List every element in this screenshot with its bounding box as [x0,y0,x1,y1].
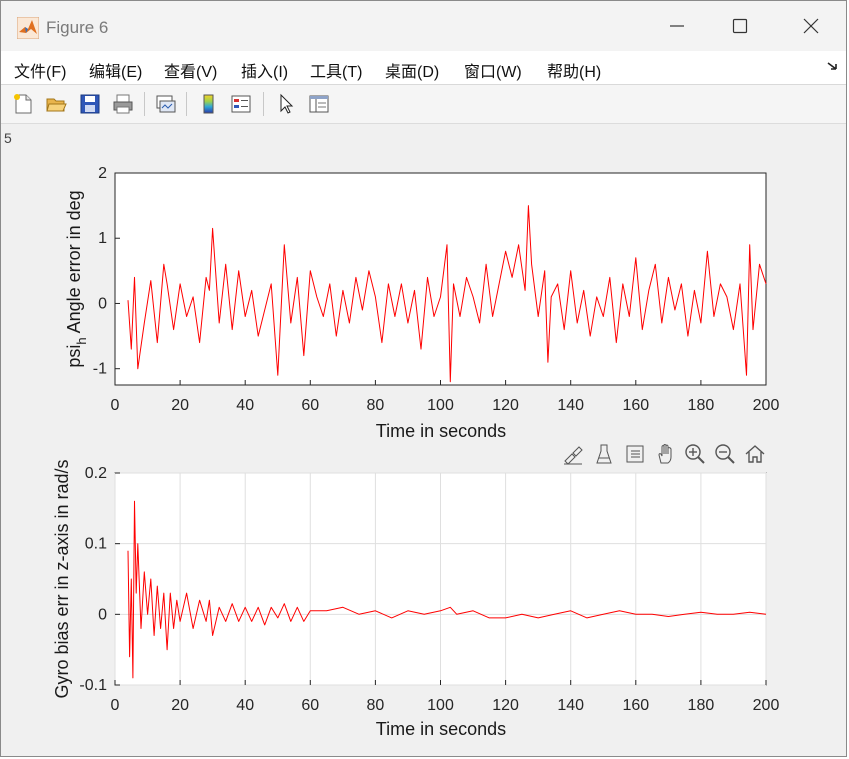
window-title: Figure 6 [46,18,109,37]
zoom-out-button[interactable] [711,440,739,468]
x-tick-label: 0 [111,397,120,414]
figure-window: Figure 6 文件(F) 编辑(E) 查看(V) 插入(I) 工具(T) 桌… [0,0,847,757]
bottom-y-label: Gyro bias err in z-axis in rad/s [52,459,72,698]
open-file-button[interactable] [42,90,70,118]
brush-button[interactable] [559,440,587,468]
y-tick-label: -0.1 [79,677,107,694]
x-tick-label: 140 [557,697,584,714]
legend-icon [231,95,251,113]
x-tick-label: 160 [622,697,649,714]
new-figure-button[interactable] [9,90,37,118]
x-tick-label: 60 [301,697,319,714]
y-tick-label: -1 [93,361,107,378]
pointer-icon [280,93,294,114]
zoom-in-icon [685,444,705,464]
close-icon [803,18,819,34]
home-icon [745,445,765,463]
toolbar-separator [144,92,145,116]
x-tick-label: 80 [367,697,385,714]
x-tick-label: 20 [171,697,189,714]
dock-arrow-icon[interactable] [826,61,840,73]
menu-file[interactable]: 文件(F) [14,58,66,82]
restore-view-icon [626,445,644,463]
save-button[interactable] [76,90,104,118]
top-y-label: psih Angle error in deg [64,190,89,367]
menu-bar: 文件(F) 编辑(E) 查看(V) 插入(I) 工具(T) 桌面(D) 窗口(W… [1,51,846,85]
maximize-icon [732,18,748,34]
bottom-y-ticks: -0.1 0 0.1 0.2 [79,465,120,694]
y-tick-label: 2 [98,165,107,182]
print-button[interactable] [109,90,137,118]
figure-canvas: 5 -1 0 1 2 0 20 40 60 80 100 120 140 160 180 200 Time… [4,124,842,754]
menu-tools[interactable]: 工具(T) [310,58,362,82]
property-inspector-button[interactable] [305,90,333,118]
y-tick-label: 1 [98,230,107,247]
x-tick-label: 180 [688,397,715,414]
top-axes[interactable]: -1 0 1 2 0 20 40 60 80 100 120 140 160 180 200 Time i… [64,165,779,441]
top-x-label: Time in seconds [376,421,506,441]
x-tick-label: 200 [753,697,780,714]
x-tick-label: 100 [427,397,454,414]
restore-view-button[interactable] [621,440,649,468]
y-tick-label: 0.1 [85,536,107,553]
plots-svg: -1012 0 20 40 60 80 100 120 140 160 180 200 Time i… [52,165,779,739]
menu-insert[interactable]: 插入(I) [241,58,288,82]
x-tick-label: 200 [753,397,780,414]
figure-toolbar [1,85,846,124]
pointer-button[interactable] [272,90,300,118]
pan-button[interactable] [652,440,680,468]
toolbar-separator [263,92,264,116]
top-y-label-main: psi [64,345,84,368]
data-tips-icon [596,444,612,464]
home-button[interactable] [741,440,769,468]
maximize-button[interactable] [709,1,771,51]
print-icon [113,94,133,114]
menu-window[interactable]: 窗口(W) [464,58,522,82]
colorbar-button[interactable] [194,90,222,118]
bottom-x-label: Time in seconds [376,719,506,739]
x-tick-label: 160 [622,397,649,414]
top-y-label-rest: Angle error in deg [64,190,84,337]
close-button[interactable] [780,1,842,51]
menu-desktop[interactable]: 桌面(D) [385,58,439,82]
toolbar-separator [186,92,187,116]
save-icon [80,94,100,114]
y-tick-label: 0 [98,606,107,623]
zoom-out-icon [715,444,735,464]
new-figure-icon [14,94,32,114]
x-tick-label: 120 [492,697,519,714]
zoom-in-button[interactable] [681,440,709,468]
x-tick-label: 20 [171,397,189,414]
y-tick-label: 0 [98,295,107,312]
open-file-icon [46,98,67,112]
data-tips-button[interactable] [590,440,618,468]
x-tick-label: 60 [301,397,319,414]
pan-icon [658,444,672,464]
link-plot-button[interactable] [151,90,179,118]
menu-edit[interactable]: 编辑(E) [89,58,142,82]
x-tick-label: 100 [427,697,454,714]
brush-icon [564,446,583,465]
x-tick-label: 0 [111,697,120,714]
x-tick-label: 140 [557,397,584,414]
legend-button[interactable] [227,90,255,118]
top-y-label-sub: h [74,337,89,344]
x-tick-label: 80 [367,397,385,414]
bottom-axes[interactable]: -0.100.10.2 0 20 40 60 80 100 120 140 160 180 200 … [52,459,779,739]
x-tick-label: 40 [236,397,254,414]
property-inspector-icon [309,95,329,113]
menu-help[interactable]: 帮助(H) [547,58,601,82]
minimize-icon [670,25,684,27]
x-tick-label: 120 [492,397,519,414]
y-tick-label: 0.2 [85,465,107,482]
link-plot-icon [156,95,176,113]
x-tick-label: 180 [688,697,715,714]
title-bar[interactable]: Figure 6 [1,1,846,51]
minimize-button[interactable] [646,1,708,51]
matlab-icon [17,17,39,39]
colorbar-icon [203,94,214,114]
menu-view[interactable]: 查看(V) [164,58,217,82]
x-tick-label: 40 [236,697,254,714]
